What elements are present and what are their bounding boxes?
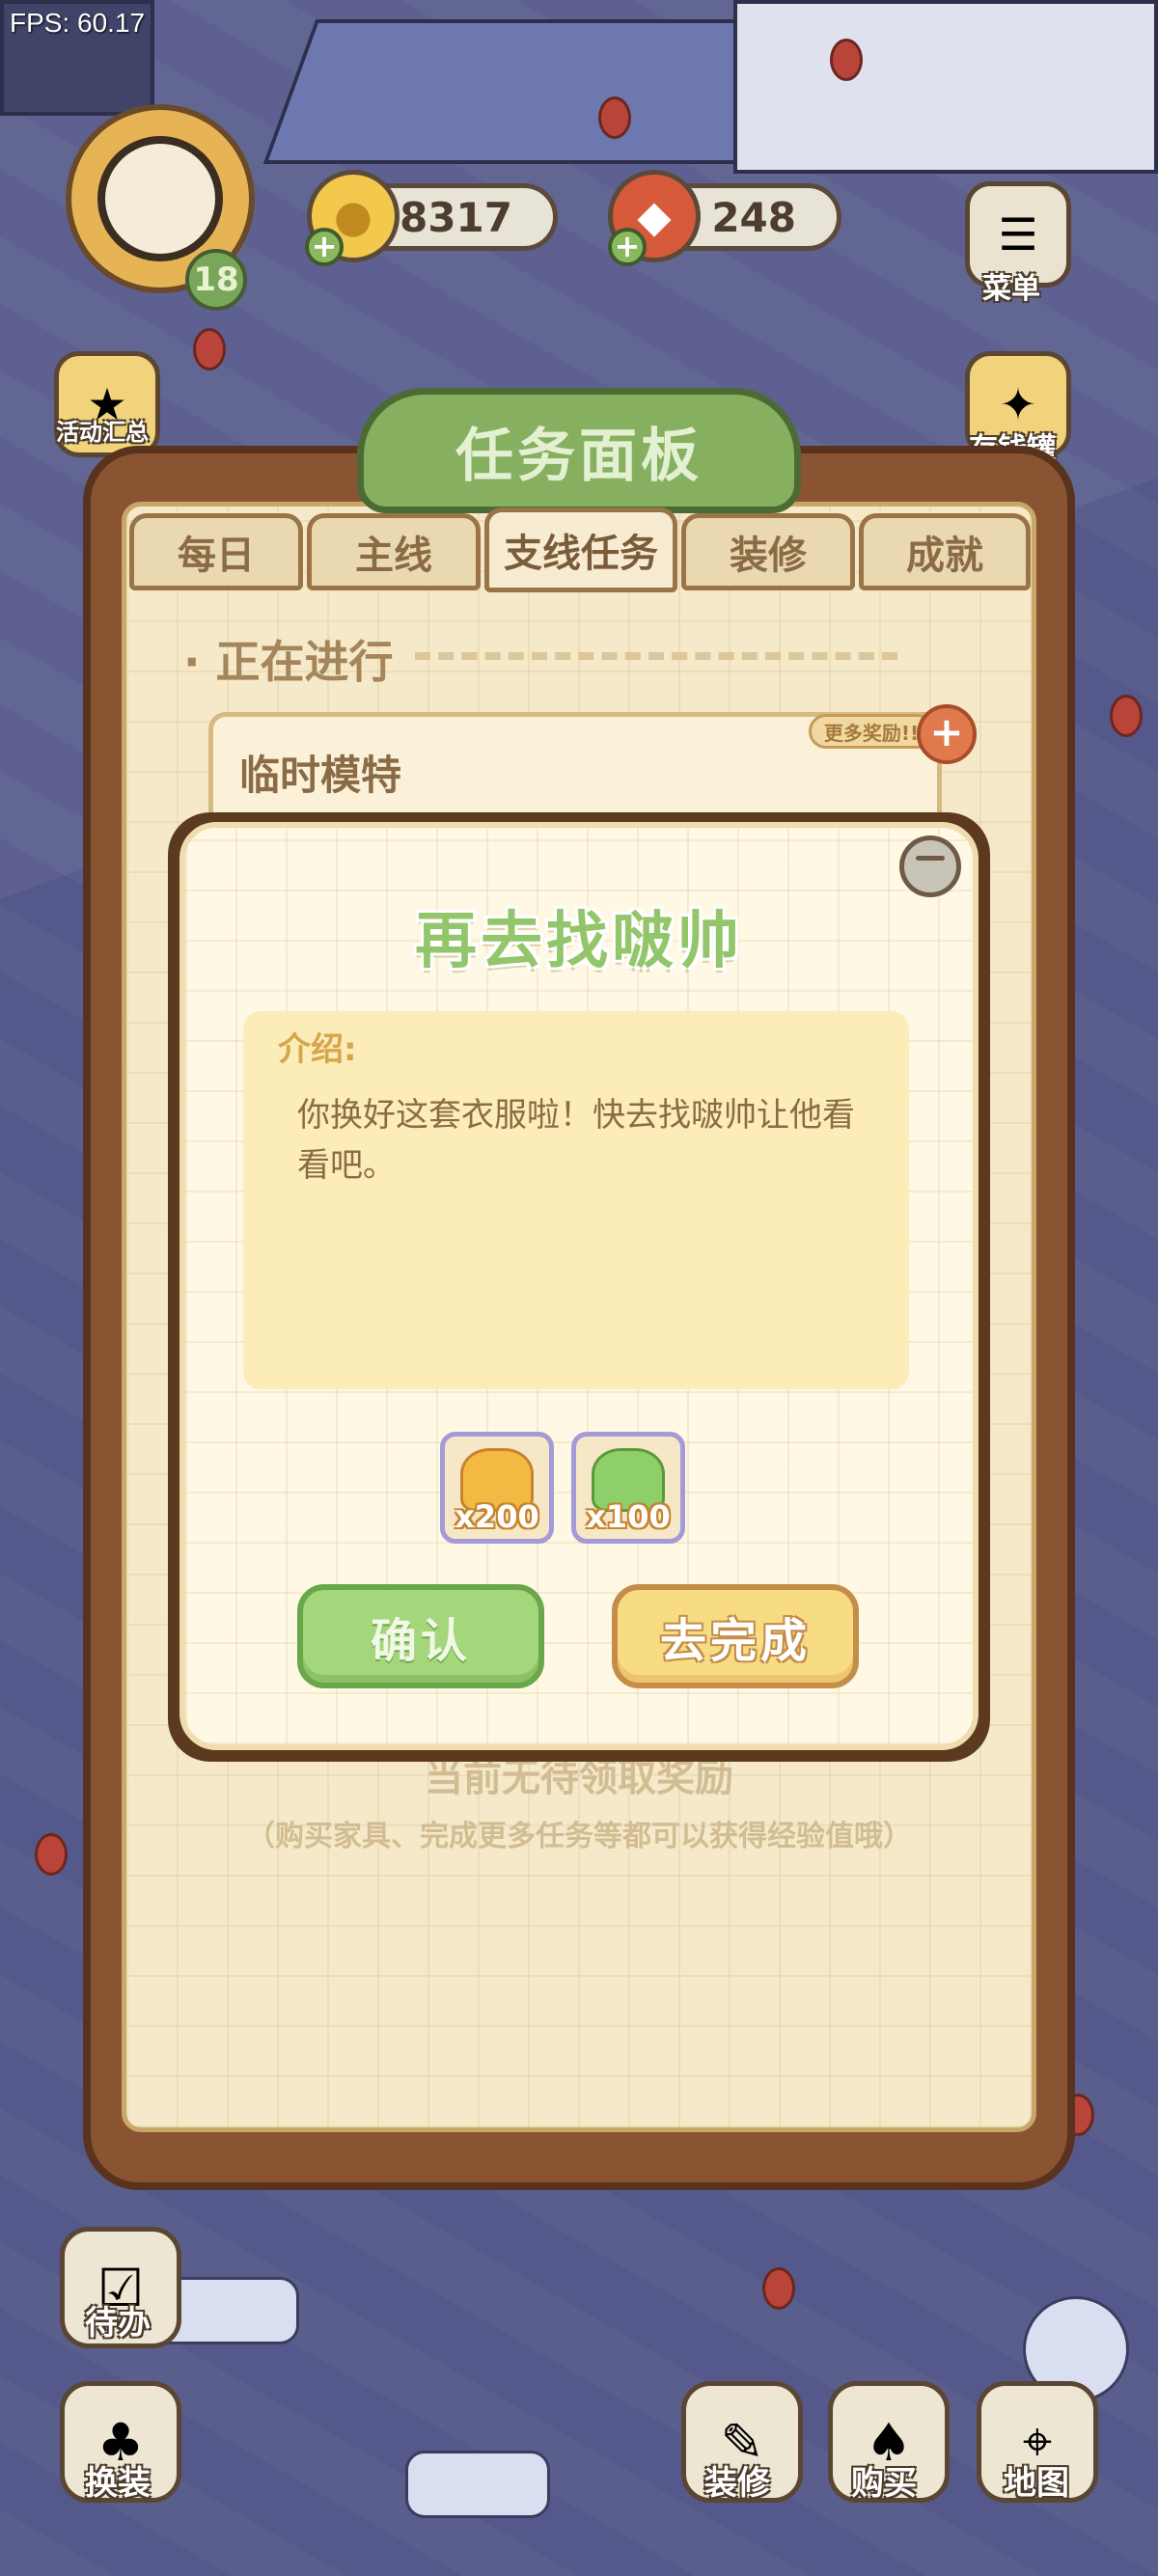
reward-item-exp[interactable]: x100 <box>571 1432 685 1544</box>
level-badge: 18 <box>185 249 247 311</box>
task-tabs: 每日 主线 支线任务 装修 成就 <box>129 507 1031 592</box>
avatar-portrait <box>97 136 223 261</box>
lantern-decoration <box>35 1833 68 1876</box>
meat-value: 248 <box>711 193 796 241</box>
menu-label: 菜单 <box>982 272 1040 306</box>
add-meat-plus-icon[interactable]: + <box>608 228 647 266</box>
lantern-decoration <box>762 2267 795 2310</box>
decoration-label: 装修 <box>704 2464 770 2503</box>
lantern-decoration <box>598 96 631 139</box>
task-name: 临时模特 <box>239 752 402 799</box>
tab-main[interactable]: 主线 <box>307 513 481 590</box>
add-coins-plus-icon[interactable]: + <box>305 228 344 266</box>
tab-achievements[interactable]: 成就 <box>859 513 1031 590</box>
fps-counter: FPS: 60.17 <box>10 8 146 38</box>
tab-daily[interactable]: 每日 <box>129 513 303 590</box>
snow-decoration <box>405 2451 550 2518</box>
tab-side-quests[interactable]: 支线任务 <box>484 507 677 592</box>
menu-icon: ☰ <box>998 208 1038 260</box>
go-complete-button[interactable]: 去完成 <box>612 1584 859 1688</box>
map-label: 地图 <box>1004 2464 1069 2503</box>
building-decoration <box>733 0 1158 174</box>
expand-plus-icon[interactable]: + <box>917 704 977 764</box>
dress-up-label: 换装 <box>85 2464 151 2503</box>
task-panel-title: 任务面板 <box>357 388 801 513</box>
lantern-decoration <box>193 328 226 370</box>
piggy-bank-icon: ✦ <box>999 378 1037 430</box>
section-divider <box>415 652 897 662</box>
section-title-in-progress: · 正在进行 <box>183 636 394 688</box>
tab-decoration[interactable]: 装修 <box>681 513 855 590</box>
coin-value: 8317 <box>400 193 512 241</box>
events-label: 活动汇总 <box>56 419 149 446</box>
reward-item-gold[interactable]: x200 <box>440 1432 554 1544</box>
intro-label: 介绍: <box>278 1030 357 1069</box>
more-reward-badge: 更多奖励!! <box>809 714 934 749</box>
close-icon[interactable] <box>899 836 961 897</box>
reward-qty: x100 <box>586 1498 671 1535</box>
confirm-button[interactable]: 确认 <box>297 1584 544 1688</box>
lantern-decoration <box>830 39 863 81</box>
reward-qty: x200 <box>455 1498 539 1535</box>
todo-label: 待办 <box>85 2304 151 2343</box>
dialog-title: 再去找啵帅 <box>415 906 743 977</box>
intro-text: 你换好这套衣服啦！快去找啵帅让他看看吧。 <box>297 1096 855 1185</box>
lantern-decoration <box>1110 695 1143 737</box>
buy-label: 购买 <box>851 2464 917 2503</box>
exp-hint-text: （购买家具、完成更多任务等都可以获得经验值哦） <box>246 1820 912 1853</box>
